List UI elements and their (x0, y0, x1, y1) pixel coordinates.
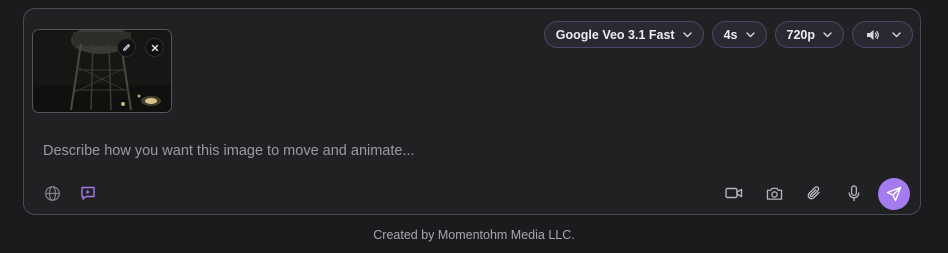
record-video-button[interactable] (723, 182, 745, 204)
voice-input-button[interactable] (843, 182, 865, 204)
microphone-icon (848, 184, 860, 201)
footer-credit: Created by Momentohm Media LLC. (373, 228, 575, 242)
camera-icon (766, 187, 782, 200)
edit-image-button[interactable] (117, 38, 136, 57)
chevron-down-icon (745, 31, 755, 37)
video-chat-icon (81, 186, 95, 200)
duration-select-label: 4s (723, 27, 738, 42)
video-camera-icon (725, 187, 743, 199)
video-mode-button[interactable] (77, 182, 99, 204)
remove-image-button[interactable] (145, 38, 164, 57)
chevron-down-icon (682, 31, 692, 37)
prompt-composer: Google Veo 3.1 Fast 4s 720p Describe how… (23, 8, 921, 215)
paperclip-icon (807, 186, 820, 200)
send-button[interactable] (878, 178, 910, 210)
model-select-label: Google Veo 3.1 Fast (555, 27, 675, 42)
chevron-down-icon (823, 31, 832, 37)
resolution-select[interactable]: 720p (774, 21, 844, 48)
duration-select[interactable]: 4s (711, 21, 767, 48)
resolution-select-label: 720p (786, 27, 816, 42)
globe-icon (44, 185, 60, 201)
model-select[interactable]: Google Veo 3.1 Fast (543, 21, 704, 48)
chevron-down-icon (892, 31, 901, 37)
send-icon (886, 186, 902, 202)
attach-file-button[interactable] (803, 182, 825, 204)
close-icon (151, 44, 158, 51)
speaker-icon (867, 29, 879, 40)
pencil-icon (123, 44, 130, 51)
audio-select[interactable] (852, 21, 913, 48)
attached-image-thumbnail[interactable] (32, 29, 172, 113)
prompt-input[interactable]: Describe how you want this image to move… (43, 143, 703, 159)
web-search-button[interactable] (41, 182, 63, 204)
take-photo-button[interactable] (763, 182, 785, 204)
generation-settings: Google Veo 3.1 Fast 4s 720p (543, 21, 913, 48)
